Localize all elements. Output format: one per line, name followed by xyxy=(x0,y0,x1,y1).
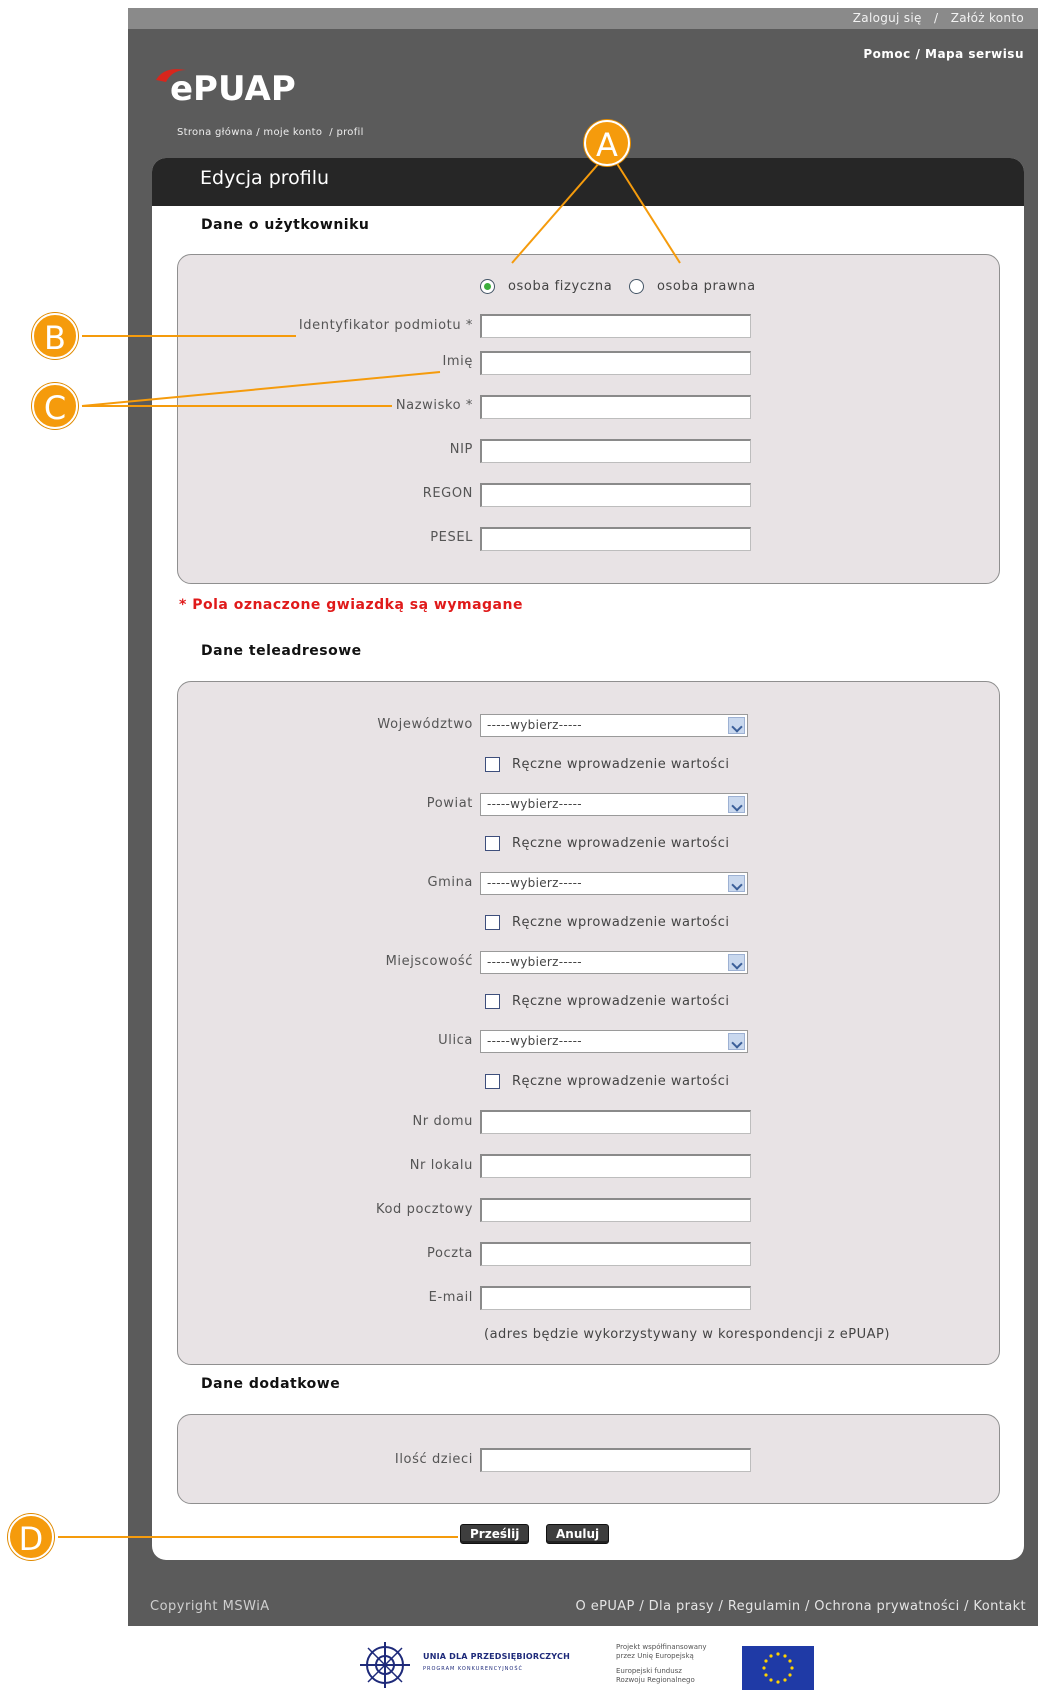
label-email: E-mail xyxy=(428,1290,473,1305)
user-section-title: Dane o użytkowniku xyxy=(201,217,370,233)
commune-select-value: -----wybierz----- xyxy=(487,876,582,890)
page-title: Edycja profilu xyxy=(200,167,330,189)
project-line-4: Europejski fundusz xyxy=(616,1667,682,1675)
label-commune: Gmina xyxy=(427,875,473,890)
sitemap-link[interactable]: Mapa serwisu xyxy=(925,47,1024,61)
login-link[interactable]: Zaloguj się xyxy=(853,11,922,25)
footer-links[interactable]: O ePUAP / Dla prasy / Regulamin / Ochron… xyxy=(576,1599,1026,1614)
chevron-down-icon xyxy=(728,1033,745,1050)
callout-d: D xyxy=(8,1514,54,1560)
city-manual-checkbox[interactable] xyxy=(485,994,500,1009)
email-input[interactable] xyxy=(480,1286,751,1310)
city-manual-label: Ręczne wprowadzenie wartości xyxy=(512,994,730,1009)
voivodeship-select[interactable]: -----wybierz----- xyxy=(480,714,748,737)
label-post-office: Poczta xyxy=(427,1246,473,1261)
chevron-down-icon xyxy=(728,717,745,734)
postal-code-input[interactable] xyxy=(480,1198,751,1222)
house-number-input[interactable] xyxy=(480,1110,751,1134)
register-link[interactable]: Załóż konto xyxy=(951,11,1024,25)
help-separator: / xyxy=(915,47,925,61)
project-line-5: Rozwoju Regionalnego xyxy=(616,1676,695,1684)
commune-select[interactable]: -----wybierz----- xyxy=(480,872,748,895)
chevron-down-icon xyxy=(728,796,745,813)
ue-program-logo-icon xyxy=(360,1642,410,1688)
last-name-input[interactable] xyxy=(480,395,751,419)
pesel-input[interactable] xyxy=(480,527,751,551)
label-subject-id: Identyfikator podmiotu * xyxy=(298,318,473,333)
voivodeship-manual-checkbox[interactable] xyxy=(485,757,500,772)
email-note: (adres będzie wykorzystywany w korespond… xyxy=(484,1327,890,1342)
submit-button[interactable]: Prześlij xyxy=(460,1524,530,1544)
first-name-input[interactable] xyxy=(480,351,751,375)
apartment-number-input[interactable] xyxy=(480,1154,751,1178)
regon-input[interactable] xyxy=(480,483,751,507)
ue-program-subtitle: PROGRAM KONKURENCYJNOŚĆ xyxy=(423,1666,524,1672)
breadcrumb-account[interactable]: moje konto xyxy=(263,127,322,138)
chevron-down-icon xyxy=(728,954,745,971)
label-street: Ulica xyxy=(438,1033,473,1048)
extra-section-title: Dane dodatkowe xyxy=(201,1376,341,1392)
label-house-number: Nr domu xyxy=(412,1114,473,1129)
required-fields-note: * Pola oznaczone gwiazdką są wymagane xyxy=(179,597,523,613)
radio-legal-person[interactable] xyxy=(629,279,644,294)
breadcrumb-home[interactable]: Strona główna xyxy=(177,127,253,138)
label-county: Powiat xyxy=(426,796,473,811)
eu-flag-icon xyxy=(742,1646,814,1690)
address-section-title: Dane teleadresowe xyxy=(201,643,362,659)
callout-c: C xyxy=(32,383,78,429)
post-office-input[interactable] xyxy=(480,1242,751,1266)
label-apartment-number: Nr lokalu xyxy=(409,1158,473,1173)
street-select[interactable]: -----wybierz----- xyxy=(480,1030,748,1053)
street-select-value: -----wybierz----- xyxy=(487,1034,582,1048)
epuap-logo-icon: ePUAP xyxy=(156,69,296,109)
city-select-value: -----wybierz----- xyxy=(487,955,582,969)
ue-program-title: UNIA DLA PRZEDSIĘBIORCZYCH xyxy=(423,1652,570,1661)
top-bar: Zaloguj się / Załóż konto xyxy=(128,8,1038,29)
commune-manual-label: Ręczne wprowadzenie wartości xyxy=(512,915,730,930)
top-separator: / xyxy=(925,11,947,25)
children-count-input[interactable] xyxy=(480,1448,751,1472)
project-line-1: Projekt współfinansowany xyxy=(616,1643,707,1651)
label-last-name: Nazwisko * xyxy=(395,398,473,413)
chevron-down-icon xyxy=(728,875,745,892)
nip-input[interactable] xyxy=(480,439,751,463)
breadcrumb: Strona główna / moje konto / profil xyxy=(177,127,364,138)
help-links: Pomoc / Mapa serwisu xyxy=(863,47,1024,61)
label-children-count: Ilość dzieci xyxy=(394,1452,473,1467)
voivodeship-manual-label: Ręczne wprowadzenie wartości xyxy=(512,757,730,772)
callout-a: A xyxy=(584,120,630,166)
county-select[interactable]: -----wybierz----- xyxy=(480,793,748,816)
label-nip: NIP xyxy=(449,442,473,457)
radio-natural-person[interactable] xyxy=(480,279,495,294)
label-postal-code: Kod pocztowy xyxy=(376,1202,473,1217)
street-manual-checkbox[interactable] xyxy=(485,1074,500,1089)
county-manual-label: Ręczne wprowadzenie wartości xyxy=(512,836,730,851)
epuap-logo[interactable]: ePUAP xyxy=(150,60,320,110)
project-line-2: przez Unię Europejską xyxy=(616,1652,694,1660)
city-select[interactable]: -----wybierz----- xyxy=(480,951,748,974)
county-manual-checkbox[interactable] xyxy=(485,836,500,851)
voivodeship-select-value: -----wybierz----- xyxy=(487,718,582,732)
subject-id-input[interactable] xyxy=(480,314,751,338)
radio-natural-person-label: osoba fizyczna xyxy=(508,279,613,294)
radio-legal-person-label: osoba prawna xyxy=(657,279,756,294)
commune-manual-checkbox[interactable] xyxy=(485,915,500,930)
county-select-value: -----wybierz----- xyxy=(487,797,582,811)
cancel-button[interactable]: Anuluj xyxy=(546,1524,610,1544)
copyright: Copyright MSWiA xyxy=(150,1599,270,1614)
label-first-name: Imię xyxy=(442,354,473,369)
callout-b: B xyxy=(32,313,78,359)
label-voivodeship: Województwo xyxy=(377,717,473,732)
label-regon: REGON xyxy=(422,486,473,501)
partner-logos-bar xyxy=(128,1626,1038,1695)
label-pesel: PESEL xyxy=(430,530,473,545)
street-manual-label: Ręczne wprowadzenie wartości xyxy=(512,1074,730,1089)
panel-header: Edycja profilu xyxy=(152,158,1024,206)
svg-text:ePUAP: ePUAP xyxy=(170,69,296,109)
label-city: Miejscowość xyxy=(385,954,473,969)
breadcrumb-profile: profil xyxy=(336,127,364,138)
top-links: Zaloguj się / Załóż konto xyxy=(853,11,1024,25)
help-link[interactable]: Pomoc xyxy=(863,47,910,61)
